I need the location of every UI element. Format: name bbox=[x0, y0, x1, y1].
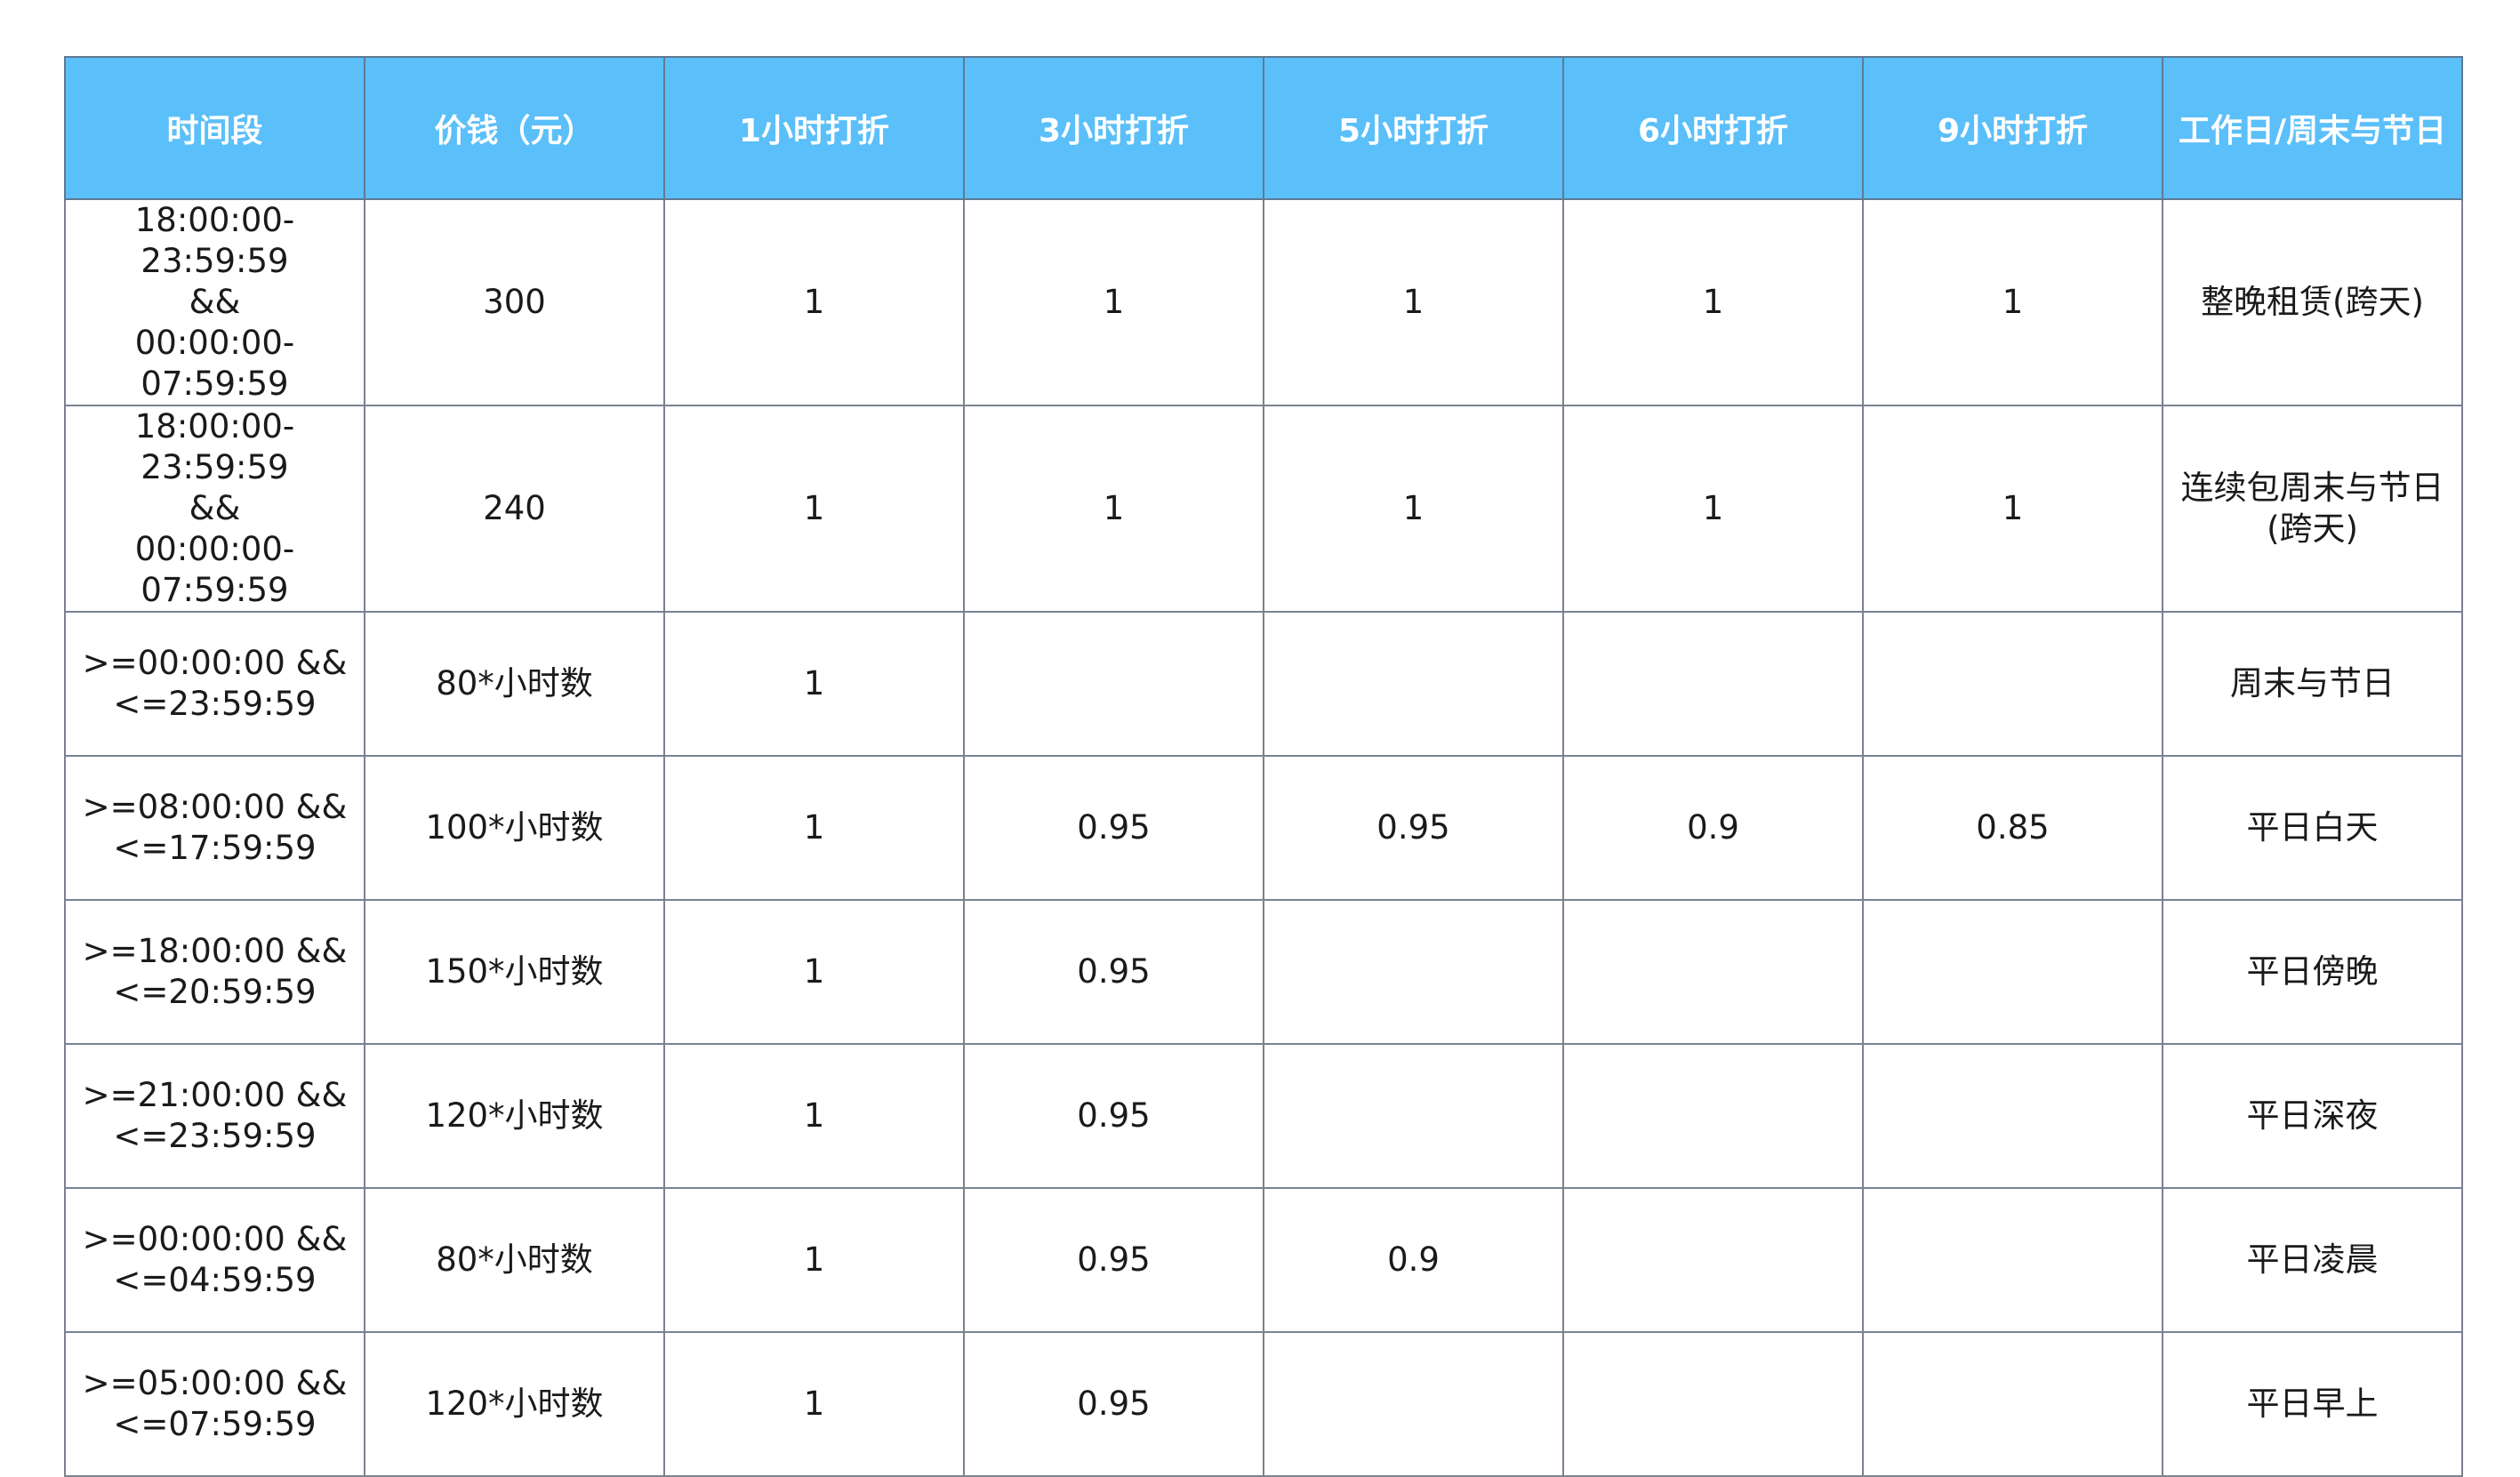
pricing-table: 时间段 价钱（元） 1小时打折 3小时打折 5小时打折 6小时打折 9小时打折 … bbox=[64, 56, 2463, 1477]
table-row: >=00:00:00 && <=23:59:59 80*小时数 1 周末与节日 bbox=[64, 611, 2463, 757]
cell-discount-3h: 0.95 bbox=[963, 1043, 1264, 1189]
cell-discount-3h: 1 bbox=[963, 405, 1264, 613]
header-row: 时间段 价钱（元） 1小时打折 3小时打折 5小时打折 6小时打折 9小时打折 … bbox=[64, 56, 2463, 200]
cell-day-type: 平日凌晨 bbox=[2162, 1187, 2463, 1333]
cell-discount-6h bbox=[1562, 1331, 1864, 1477]
cell-time-period: >=00:00:00 && <=23:59:59 bbox=[64, 611, 365, 757]
cell-discount-3h bbox=[963, 611, 1264, 757]
cell-day-type: 平日早上 bbox=[2162, 1331, 2463, 1477]
cell-price: 120*小时数 bbox=[364, 1043, 665, 1189]
cell-discount-9h bbox=[1862, 1187, 2163, 1333]
cell-discount-1h: 1 bbox=[663, 755, 965, 901]
header-discount-5h: 5小时打折 bbox=[1263, 56, 1564, 200]
header-discount-9h: 9小时打折 bbox=[1862, 56, 2163, 200]
cell-price: 150*小时数 bbox=[364, 899, 665, 1045]
cell-discount-1h: 1 bbox=[663, 198, 965, 406]
cell-time-period: >=08:00:00 && <=17:59:59 bbox=[64, 755, 365, 901]
cell-discount-6h: 1 bbox=[1562, 198, 1864, 406]
cell-discount-3h: 0.95 bbox=[963, 899, 1264, 1045]
cell-discount-6h bbox=[1562, 1187, 1864, 1333]
cell-day-type: 整晚租赁(跨天) bbox=[2162, 198, 2463, 406]
table-row: 18:00:00-23:59:59 && 00:00:00-07:59:59 30… bbox=[64, 198, 2463, 406]
cell-time-period: >=00:00:00 && <=04:59:59 bbox=[64, 1187, 365, 1333]
cell-discount-1h: 1 bbox=[663, 899, 965, 1045]
cell-discount-5h: 1 bbox=[1263, 198, 1564, 406]
cell-discount-9h bbox=[1862, 1043, 2163, 1189]
cell-day-type: 平日白天 bbox=[2162, 755, 2463, 901]
cell-discount-5h: 0.95 bbox=[1263, 755, 1564, 901]
table-row: >=18:00:00 && <=20:59:59 150*小时数 1 0.95 平日傍晚 bbox=[64, 899, 2463, 1045]
cell-discount-3h: 0.95 bbox=[963, 1331, 1264, 1477]
cell-discount-9h bbox=[1862, 611, 2163, 757]
cell-day-type: 连续包周末与节日 (跨天) bbox=[2162, 405, 2463, 613]
cell-discount-1h: 1 bbox=[663, 405, 965, 613]
table-row: >=05:00:00 && <=07:59:59 120*小时数 1 0.95 平日早上 bbox=[64, 1331, 2463, 1477]
table-row: >=00:00:00 && <=04:59:59 80*小时数 1 0.95 0.9 平日… bbox=[64, 1187, 2463, 1333]
cell-price: 300 bbox=[364, 198, 665, 406]
cell-discount-3h: 0.95 bbox=[963, 755, 1264, 901]
cell-discount-9h: 1 bbox=[1862, 405, 2163, 613]
cell-discount-6h: 0.9 bbox=[1562, 755, 1864, 901]
pricing-table-container: 时间段 价钱（元） 1小时打折 3小时打折 5小时打折 6小时打折 9小时打折 … bbox=[64, 56, 2463, 1477]
cell-discount-6h bbox=[1562, 1043, 1864, 1189]
cell-day-type: 平日深夜 bbox=[2162, 1043, 2463, 1189]
header-time-period: 时间段 bbox=[64, 56, 365, 200]
cell-discount-3h: 1 bbox=[963, 198, 1264, 406]
table-row: >=21:00:00 && <=23:59:59 120*小时数 1 0.95 平日深夜 bbox=[64, 1043, 2463, 1189]
cell-price: 100*小时数 bbox=[364, 755, 665, 901]
cell-discount-9h bbox=[1862, 1331, 2163, 1477]
cell-price: 80*小时数 bbox=[364, 611, 665, 757]
table-row: 18:00:00-23:59:59 && 00:00:00-07:59:59 24… bbox=[64, 405, 2463, 613]
cell-day-type: 平日傍晚 bbox=[2162, 899, 2463, 1045]
cell-price: 80*小时数 bbox=[364, 1187, 665, 1333]
cell-discount-6h bbox=[1562, 611, 1864, 757]
cell-time-period: >=18:00:00 && <=20:59:59 bbox=[64, 899, 365, 1045]
cell-discount-6h: 1 bbox=[1562, 405, 1864, 613]
cell-price: 240 bbox=[364, 405, 665, 613]
header-discount-1h: 1小时打折 bbox=[663, 56, 965, 200]
cell-discount-9h bbox=[1862, 899, 2163, 1045]
cell-discount-5h bbox=[1263, 899, 1564, 1045]
cell-discount-1h: 1 bbox=[663, 1331, 965, 1477]
cell-time-period: 18:00:00-23:59:59 && 00:00:00-07:59:59 bbox=[64, 405, 365, 613]
header-discount-6h: 6小时打折 bbox=[1562, 56, 1864, 200]
cell-price: 120*小时数 bbox=[364, 1331, 665, 1477]
cell-discount-5h: 1 bbox=[1263, 405, 1564, 613]
cell-discount-5h bbox=[1263, 1331, 1564, 1477]
cell-discount-5h: 0.9 bbox=[1263, 1187, 1564, 1333]
cell-discount-9h: 1 bbox=[1862, 198, 2163, 406]
cell-day-type: 周末与节日 bbox=[2162, 611, 2463, 757]
header-day-type: 工作日/周末与节日 bbox=[2162, 56, 2463, 200]
table-header: 时间段 价钱（元） 1小时打折 3小时打折 5小时打折 6小时打折 9小时打折 … bbox=[64, 56, 2463, 200]
cell-discount-3h: 0.95 bbox=[963, 1187, 1264, 1333]
table-body: 18:00:00-23:59:59 && 00:00:00-07:59:59 30… bbox=[64, 198, 2463, 1477]
cell-time-period: >=21:00:00 && <=23:59:59 bbox=[64, 1043, 365, 1189]
table-row: >=08:00:00 && <=17:59:59 100*小时数 1 0.95 0.95… bbox=[64, 755, 2463, 901]
cell-discount-1h: 1 bbox=[663, 611, 965, 757]
cell-discount-5h bbox=[1263, 1043, 1564, 1189]
cell-discount-6h bbox=[1562, 899, 1864, 1045]
cell-discount-1h: 1 bbox=[663, 1043, 965, 1189]
cell-discount-1h: 1 bbox=[663, 1187, 965, 1333]
cell-time-period: >=05:00:00 && <=07:59:59 bbox=[64, 1331, 365, 1477]
cell-discount-9h: 0.85 bbox=[1862, 755, 2163, 901]
header-discount-3h: 3小时打折 bbox=[963, 56, 1264, 200]
cell-discount-5h bbox=[1263, 611, 1564, 757]
cell-time-period: 18:00:00-23:59:59 && 00:00:00-07:59:59 bbox=[64, 198, 365, 406]
header-price: 价钱（元） bbox=[364, 56, 665, 200]
